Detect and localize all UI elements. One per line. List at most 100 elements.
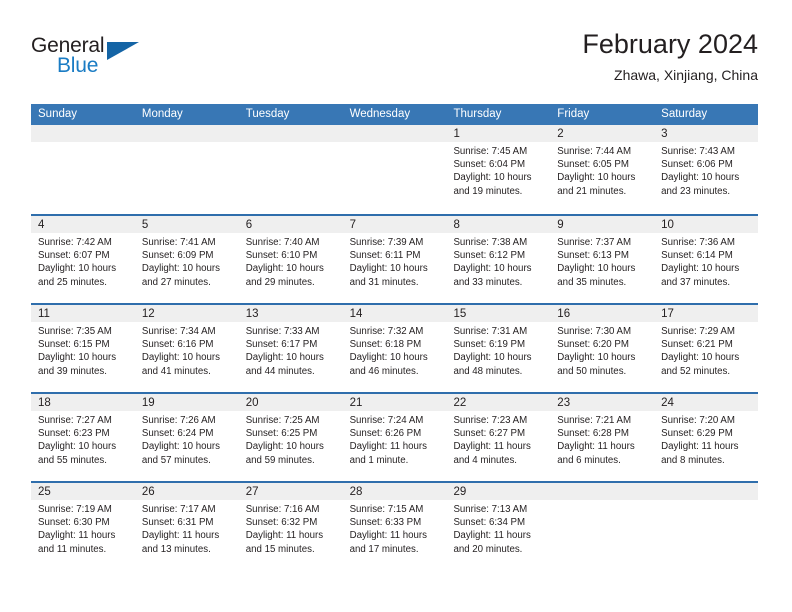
calendar-day-cell[interactable]: 24 Sunrise: 7:20 AM Sunset: 6:29 PM Dayligh… bbox=[654, 394, 758, 481]
calendar-day-cell[interactable]: 7 Sunrise: 7:39 AM Sunset: 6:11 PM Daylight… bbox=[343, 216, 447, 303]
calendar-day-cell[interactable]: 6 Sunrise: 7:40 AM Sunset: 6:10 PM Daylight… bbox=[239, 216, 343, 303]
sunrise-text: Sunrise: 7:29 AM bbox=[661, 326, 735, 337]
day-number: 4 bbox=[38, 219, 45, 231]
calendar-day-cell[interactable]: 19 Sunrise: 7:26 AM Sunset: 6:24 PM Dayligh… bbox=[135, 394, 239, 481]
day-number: 23 bbox=[557, 397, 571, 409]
calendar-day-cell[interactable]: 20 Sunrise: 7:25 AM Sunset: 6:25 PM Dayligh… bbox=[239, 394, 343, 481]
daylight-text: and 25 minutes. bbox=[38, 276, 107, 288]
day-sun-info: Sunrise: 7:44 AM Sunset: 6:05 PM Daylight:… bbox=[557, 145, 654, 198]
calendar-day-cell-empty bbox=[654, 483, 758, 570]
sunrise-text: Sunrise: 7:40 AM bbox=[245, 237, 320, 248]
calendar-day-cell[interactable]: 8 Sunrise: 7:38 AM Sunset: 6:12 PM Daylight… bbox=[446, 216, 550, 303]
daylight-text: Daylight: 10 hours bbox=[661, 263, 740, 275]
daylight-text: and 20 minutes. bbox=[453, 543, 523, 555]
daylight-text: and 8 minutes. bbox=[661, 454, 725, 466]
daylight-text: Daylight: 10 hours bbox=[38, 441, 117, 453]
daylight-text: and 17 minutes. bbox=[349, 543, 419, 555]
daylight-text: Daylight: 11 hours bbox=[349, 441, 427, 453]
calendar-day-cell[interactable]: 23 Sunrise: 7:21 AM Sunset: 6:28 PM Dayligh… bbox=[550, 394, 654, 481]
calendar-day-cell[interactable]: 22 Sunrise: 7:23 AM Sunset: 6:27 PM Dayligh… bbox=[446, 394, 550, 481]
day-sun-info: Sunrise: 7:17 AM Sunset: 6:31 PM Daylight:… bbox=[142, 503, 239, 556]
day-sun-info: Sunrise: 7:26 AM Sunset: 6:24 PM Daylight:… bbox=[142, 414, 239, 467]
day-sun-info: Sunrise: 7:29 AM Sunset: 6:21 PM Daylight:… bbox=[661, 325, 758, 378]
daylight-text: Daylight: 11 hours bbox=[453, 441, 531, 453]
daylight-text: Daylight: 10 hours bbox=[661, 172, 740, 184]
calendar-day-cell[interactable]: 21 Sunrise: 7:24 AM Sunset: 6:26 PM Dayligh… bbox=[343, 394, 447, 481]
daylight-text: and 41 minutes. bbox=[141, 365, 211, 377]
sunset-text: Sunset: 6:07 PM bbox=[38, 250, 110, 262]
day-number: 17 bbox=[661, 308, 674, 320]
calendar-week-row: 25 Sunrise: 7:19 AM Sunset: 6:30 PM Dayligh… bbox=[31, 481, 758, 570]
day-number: 29 bbox=[453, 486, 467, 498]
sunset-text: Sunset: 6:15 PM bbox=[38, 339, 110, 351]
daylight-text: and 23 minutes. bbox=[661, 185, 731, 197]
calendar-day-cell[interactable]: 14 Sunrise: 7:32 AM Sunset: 6:18 PM Dayligh… bbox=[343, 305, 447, 392]
sunset-text: Sunset: 6:21 PM bbox=[661, 339, 733, 351]
day-sun-info: Sunrise: 7:42 AM Sunset: 6:07 PM Daylight:… bbox=[38, 236, 135, 289]
calendar-day-cell[interactable]: 12 Sunrise: 7:34 AM Sunset: 6:16 PM Dayligh… bbox=[135, 305, 239, 392]
sunrise-text: Sunrise: 7:32 AM bbox=[349, 326, 424, 337]
calendar-weeks: 1 Sunrise: 7:45 AM Sunset: 6:04 PM Daylight… bbox=[31, 125, 758, 570]
day-sun-info: Sunrise: 7:33 AM Sunset: 6:17 PM Daylight:… bbox=[246, 325, 343, 378]
day-number: 24 bbox=[661, 397, 674, 409]
calendar-day-cell[interactable]: 28 Sunrise: 7:15 AM Sunset: 6:33 PM Dayligh… bbox=[343, 483, 447, 570]
calendar-day-cell[interactable]: 15 Sunrise: 7:31 AM Sunset: 6:19 PM Dayligh… bbox=[446, 305, 550, 392]
daylight-text: Daylight: 11 hours bbox=[38, 530, 116, 542]
daylight-text: Daylight: 11 hours bbox=[453, 530, 531, 542]
calendar-page: General Blue February 2024 Zhawa, Xinjia… bbox=[0, 0, 792, 612]
sunrise-text: Sunrise: 7:15 AM bbox=[349, 504, 424, 515]
calendar-day-cell[interactable]: 1 Sunrise: 7:45 AM Sunset: 6:04 PM Daylight… bbox=[446, 125, 550, 214]
day-number: 25 bbox=[38, 486, 51, 498]
calendar-day-cell[interactable]: 11 Sunrise: 7:35 AM Sunset: 6:15 PM Dayligh… bbox=[31, 305, 135, 392]
weekday-header-monday: Monday bbox=[141, 108, 183, 120]
weekday-header-tuesday: Tuesday bbox=[245, 108, 290, 120]
day-sun-info: Sunrise: 7:39 AM Sunset: 6:11 PM Daylight:… bbox=[350, 236, 447, 289]
calendar-day-cell[interactable]: 9 Sunrise: 7:37 AM Sunset: 6:13 PM Daylight… bbox=[550, 216, 654, 303]
sunrise-text: Sunrise: 7:42 AM bbox=[38, 237, 112, 248]
calendar-day-cell[interactable]: 13 Sunrise: 7:33 AM Sunset: 6:17 PM Dayligh… bbox=[239, 305, 343, 392]
daylight-text: and 48 minutes. bbox=[453, 365, 523, 377]
calendar-day-cell[interactable]: 27 Sunrise: 7:16 AM Sunset: 6:32 PM Dayligh… bbox=[239, 483, 343, 570]
daylight-text: Daylight: 10 hours bbox=[141, 263, 220, 275]
calendar-day-cell[interactable]: 29 Sunrise: 7:13 AM Sunset: 6:34 PM Dayligh… bbox=[446, 483, 550, 570]
general-blue-logo[interactable]: General Blue bbox=[31, 34, 151, 86]
daylight-text: and 57 minutes. bbox=[141, 454, 211, 466]
calendar-day-cell[interactable]: 10 Sunrise: 7:36 AM Sunset: 6:14 PM Dayligh… bbox=[654, 216, 758, 303]
sunset-text: Sunset: 6:30 PM bbox=[38, 517, 110, 529]
sunset-text: Sunset: 6:33 PM bbox=[349, 517, 422, 529]
sunset-text: Sunset: 6:19 PM bbox=[453, 339, 526, 351]
calendar-day-cell[interactable]: 4 Sunrise: 7:42 AM Sunset: 6:07 PM Daylight… bbox=[31, 216, 135, 303]
sunrise-text: Sunrise: 7:38 AM bbox=[453, 237, 528, 248]
sunset-text: Sunset: 6:28 PM bbox=[557, 428, 629, 440]
calendar-day-cell[interactable]: 25 Sunrise: 7:19 AM Sunset: 6:30 PM Dayligh… bbox=[31, 483, 135, 570]
daylight-text: and 37 minutes. bbox=[661, 276, 731, 288]
day-number bbox=[246, 126, 343, 142]
day-number bbox=[38, 126, 135, 142]
daylight-text: and 1 minute. bbox=[349, 454, 409, 466]
day-number: 18 bbox=[38, 397, 51, 409]
sunset-text: Sunset: 6:17 PM bbox=[245, 339, 318, 351]
day-sun-info: Sunrise: 7:24 AM Sunset: 6:26 PM Daylight:… bbox=[350, 414, 447, 467]
calendar-day-cell[interactable]: 18 Sunrise: 7:27 AM Sunset: 6:23 PM Dayligh… bbox=[31, 394, 135, 481]
daylight-text: and 31 minutes. bbox=[349, 276, 419, 288]
calendar-week-row: 11 Sunrise: 7:35 AM Sunset: 6:15 PM Dayligh… bbox=[31, 303, 758, 392]
sunrise-text: Sunrise: 7:36 AM bbox=[661, 237, 735, 248]
calendar-day-cell[interactable]: 26 Sunrise: 7:17 AM Sunset: 6:31 PM Dayligh… bbox=[135, 483, 239, 570]
daylight-text: Daylight: 10 hours bbox=[349, 352, 428, 364]
daylight-text: Daylight: 10 hours bbox=[38, 263, 117, 275]
calendar-day-cell[interactable]: 16 Sunrise: 7:30 AM Sunset: 6:20 PM Dayligh… bbox=[550, 305, 654, 392]
sunset-text: Sunset: 6:32 PM bbox=[245, 517, 318, 529]
daylight-text: and 27 minutes. bbox=[141, 276, 211, 288]
calendar-day-cell[interactable]: 17 Sunrise: 7:29 AM Sunset: 6:21 PM Dayligh… bbox=[654, 305, 758, 392]
calendar-day-cell[interactable]: 3 Sunrise: 7:43 AM Sunset: 6:06 PM Daylight… bbox=[654, 125, 758, 214]
daylight-text: Daylight: 10 hours bbox=[453, 352, 532, 364]
weekday-header-saturday: Saturday bbox=[661, 108, 708, 120]
calendar-day-cell-empty bbox=[343, 125, 447, 214]
calendar-day-cell[interactable]: 5 Sunrise: 7:41 AM Sunset: 6:09 PM Daylight… bbox=[135, 216, 239, 303]
sunset-text: Sunset: 6:23 PM bbox=[38, 428, 110, 440]
calendar-day-cell[interactable]: 2 Sunrise: 7:44 AM Sunset: 6:05 PM Daylight… bbox=[550, 125, 654, 214]
daylight-text: Daylight: 10 hours bbox=[453, 172, 532, 184]
day-number: 1 bbox=[453, 128, 460, 140]
day-sun-info: Sunrise: 7:37 AM Sunset: 6:13 PM Daylight:… bbox=[557, 236, 654, 289]
day-number: 10 bbox=[661, 219, 674, 231]
